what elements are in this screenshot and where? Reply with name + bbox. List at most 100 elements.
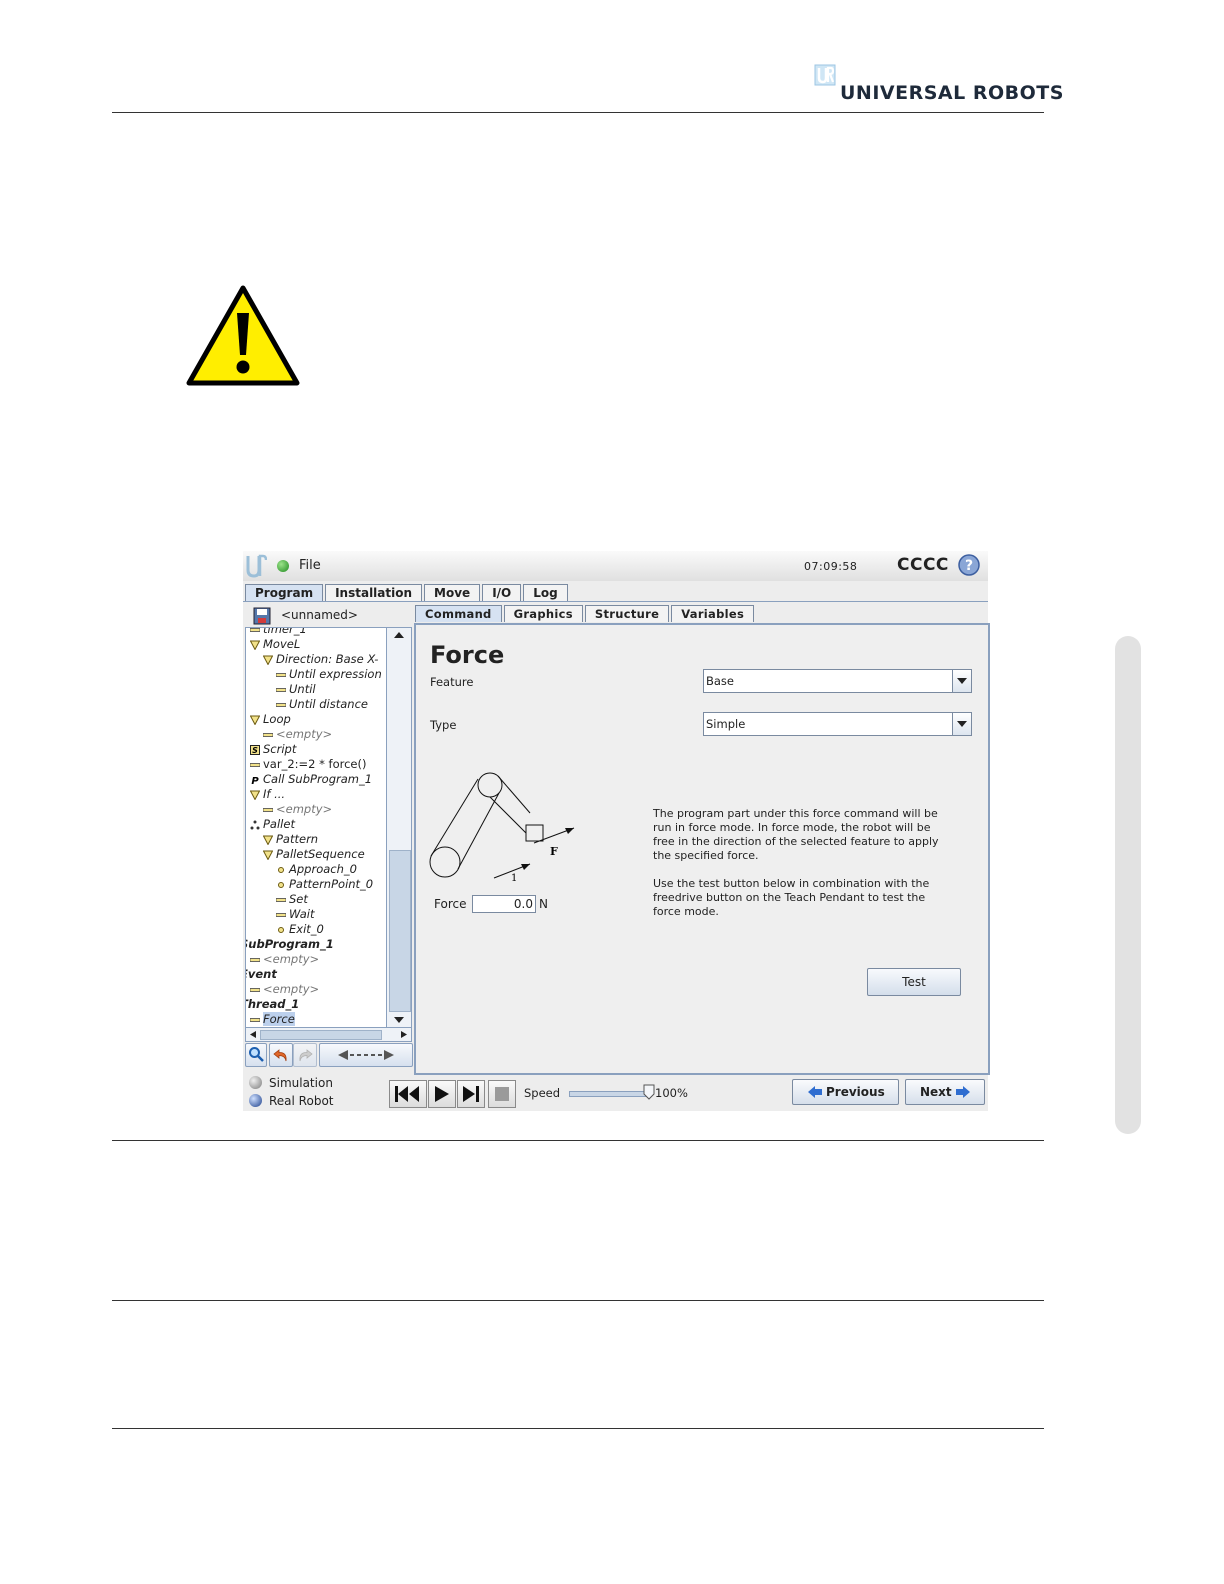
scroll-up-icon[interactable] — [393, 631, 405, 639]
file-menu[interactable]: File — [299, 558, 321, 573]
rewind-icon — [395, 1086, 419, 1102]
force-command-panel: Force Feature Base Type Simple F 1 Force… — [414, 623, 990, 1075]
tree-node-label: PatternPoint_0 — [289, 877, 374, 891]
tree-node-line-icon — [276, 667, 289, 681]
tree-node[interactable]: Exit_0 — [276, 922, 324, 937]
tree-node[interactable]: Approach_0 — [276, 862, 357, 877]
step-icon — [463, 1086, 479, 1102]
rewind-button[interactable] — [389, 1080, 427, 1108]
tree-node[interactable]: If ... — [250, 787, 285, 802]
tree-node-line-icon — [250, 952, 263, 966]
tree-node[interactable]: Loop — [250, 712, 291, 727]
play-button[interactable] — [428, 1080, 456, 1108]
feature-value: Base — [706, 674, 735, 688]
tree-node[interactable]: <empty> — [250, 952, 319, 967]
tree-node-label: Loop — [263, 712, 291, 726]
tree-node[interactable]: Thread_1 — [246, 997, 299, 1012]
tree-toolbar — [245, 1043, 413, 1067]
tree-vertical-scrollbar[interactable] — [386, 627, 412, 1029]
tree-node-script-icon: S — [250, 742, 263, 756]
stop-button[interactable] — [488, 1080, 516, 1108]
diagram-direction-label: 1 — [511, 873, 517, 884]
search-icon — [249, 1047, 264, 1062]
tree-node[interactable]: <empty> — [263, 802, 332, 817]
type-dropdown[interactable]: Simple — [703, 712, 972, 736]
simulation-radio[interactable] — [249, 1076, 262, 1089]
tree-node[interactable]: PalletSequence — [263, 847, 365, 862]
tree-node[interactable]: Pallet — [250, 817, 295, 832]
undo-icon — [273, 1049, 287, 1062]
tree-node-dot-icon — [276, 862, 289, 876]
ur-logo-icon — [814, 64, 836, 86]
tree-node[interactable]: Wait — [276, 907, 315, 922]
tree-node[interactable]: timer_1 — [250, 628, 307, 637]
step-button[interactable] — [457, 1080, 485, 1108]
real-robot-label: Real Robot — [269, 1094, 334, 1108]
tree-node[interactable]: Until — [276, 682, 316, 697]
force-value-input[interactable]: 0.0 — [472, 895, 536, 913]
tree-node[interactable]: Until expression — [276, 667, 382, 682]
tab-command[interactable]: Command — [415, 605, 502, 622]
brand-name: UNIVERSAL ROBOTS — [840, 82, 1064, 104]
move-arrows-icon — [338, 1050, 394, 1060]
feature-dropdown-arrow[interactable] — [952, 670, 971, 692]
previous-label: Previous — [826, 1085, 885, 1099]
tree-node[interactable]: S Script — [250, 742, 296, 757]
tab-move[interactable]: Move — [424, 584, 481, 601]
tree-node-triangle-icon — [263, 847, 276, 861]
tree-node[interactable]: Until distance — [276, 697, 368, 712]
tree-node[interactable]: <empty> — [250, 982, 319, 997]
tab-program[interactable]: Program — [245, 584, 324, 601]
tree-node-label: Until expression — [289, 667, 382, 681]
tree-node[interactable]: P Call SubProgram_1 — [250, 772, 372, 787]
redo-button[interactable] — [293, 1043, 317, 1067]
tree-node[interactable]: Event — [246, 967, 277, 982]
type-dropdown-arrow[interactable] — [952, 713, 971, 735]
tab-io[interactable]: I/O — [482, 584, 522, 601]
tree-node[interactable]: SubProgram_1 — [245, 937, 334, 952]
tree-node[interactable]: var_2:=2 * force() — [250, 757, 366, 772]
polyscope-window: File 07:09:58 CCCC ? Program Installatio… — [243, 551, 990, 1111]
speed-slider-handle[interactable] — [643, 1084, 655, 1100]
scroll-right-icon[interactable] — [400, 1030, 408, 1039]
feature-dropdown[interactable]: Base — [703, 669, 972, 693]
tree-node[interactable]: PatternPoint_0 — [276, 877, 373, 892]
tab-variables[interactable]: Variables — [671, 605, 755, 622]
tab-log[interactable]: Log — [523, 584, 568, 601]
tree-node[interactable]: MoveL — [250, 637, 300, 652]
tree-node-pallet-icon — [250, 817, 263, 831]
speed-slider[interactable] — [569, 1091, 651, 1097]
scroll-down-icon[interactable] — [393, 1016, 405, 1024]
program-tree[interactable]: timer_1 MoveL Direction: Base X- Until expr… — [245, 627, 388, 1029]
previous-button[interactable]: Previous — [792, 1079, 899, 1105]
play-icon — [435, 1086, 449, 1102]
undo-button[interactable] — [269, 1043, 293, 1067]
tree-scroll-thumb[interactable] — [389, 850, 411, 1012]
tree-node-label: <empty> — [263, 982, 320, 996]
tab-structure[interactable]: Structure — [584, 605, 670, 622]
tree-node[interactable]: Pattern — [263, 832, 318, 847]
tree-horizontal-scrollbar[interactable] — [245, 1027, 412, 1042]
real-robot-radio[interactable] — [249, 1094, 262, 1107]
tree-node[interactable]: Set — [276, 892, 308, 907]
tree-node[interactable]: Direction: Base X- — [263, 652, 378, 667]
test-button[interactable]: Test — [867, 968, 961, 996]
help-icon[interactable]: ? — [958, 554, 980, 576]
tree-node-dot-icon — [276, 922, 289, 936]
tree-node[interactable]: Force — [250, 1012, 295, 1027]
warning-icon — [186, 285, 300, 386]
tree-node[interactable]: <empty> — [263, 727, 332, 742]
move-node-button[interactable] — [319, 1043, 413, 1067]
scroll-left-icon[interactable] — [249, 1030, 257, 1039]
tree-node-line-icon — [250, 757, 263, 771]
tree-node-label: SubProgram_1 — [245, 937, 334, 951]
save-icon[interactable] — [253, 607, 271, 625]
main-tabs: Program Installation Move I/O Log — [245, 584, 570, 602]
program-header: <unnamed> — [245, 604, 413, 626]
svg-text:P: P — [251, 776, 259, 785]
tab-graphics[interactable]: Graphics — [503, 605, 583, 622]
next-button[interactable]: Next — [905, 1079, 985, 1105]
tab-installation[interactable]: Installation — [325, 584, 423, 601]
search-button[interactable] — [245, 1043, 267, 1067]
tree-hscroll-thumb[interactable] — [260, 1030, 382, 1040]
